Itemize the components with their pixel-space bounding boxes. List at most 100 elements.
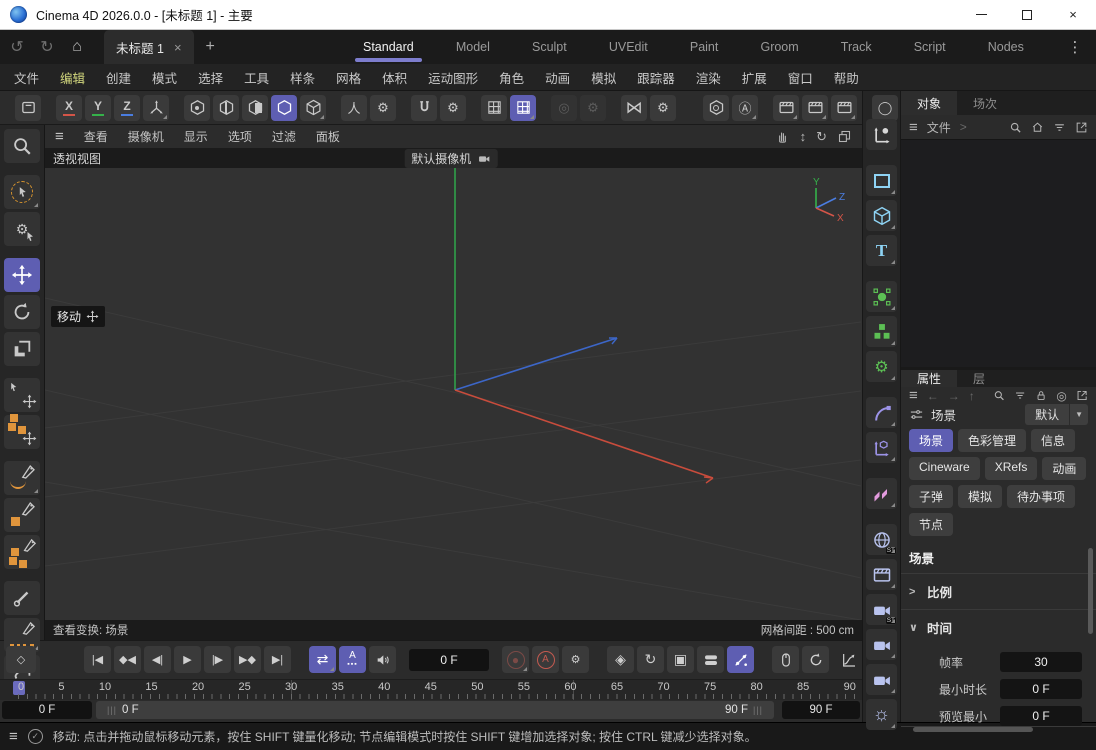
range-slider[interactable]: ||| 0 F 90 F ||| <box>96 701 774 719</box>
crane-camera-button[interactable] <box>866 664 897 695</box>
viewport-menu-camera[interactable]: 摄像机 <box>128 128 164 145</box>
stage-object-button[interactable] <box>866 559 897 590</box>
menu-item-character[interactable]: 角色 <box>499 68 524 87</box>
filter-icon[interactable] <box>1053 121 1066 134</box>
axis-z-lock-button[interactable]: Z <box>114 95 140 121</box>
coordinate-system-button[interactable] <box>143 95 169 121</box>
motion-camera-button[interactable] <box>866 629 897 660</box>
rotate-tool-button[interactable] <box>4 295 40 329</box>
collapse-icon[interactable]: > <box>909 586 919 598</box>
sky-object-button[interactable]: ST <box>866 524 897 555</box>
category-tab-xrefs[interactable]: XRefs <box>985 457 1038 480</box>
category-tab-bullet[interactable]: 子弹 <box>909 485 953 508</box>
filter-icon[interactable] <box>1014 389 1026 402</box>
object-manager-path[interactable]: 文件 <box>927 119 951 136</box>
viewport-menu-display[interactable]: 显示 <box>184 128 208 145</box>
workplane-button[interactable] <box>15 95 41 121</box>
menu-item-simulate[interactable]: 模拟 <box>591 68 616 87</box>
tweak-tool-button[interactable]: ⚙ <box>4 212 40 246</box>
move-tool-button[interactable] <box>4 258 40 292</box>
horizontal-scrollbar[interactable] <box>913 727 1033 732</box>
sound-button[interactable] <box>369 646 396 673</box>
tab-takes[interactable]: 场次 <box>957 91 1013 115</box>
layout-menu-kebab-icon[interactable]: ⋮ <box>1062 38 1088 56</box>
range-start-field[interactable]: 0 F <box>2 701 92 719</box>
key-scale-button[interactable]: ▣ <box>667 646 694 673</box>
menu-item-window[interactable]: 窗口 <box>788 68 813 87</box>
category-tab-todo[interactable]: 待办事项 <box>1007 485 1075 508</box>
viewport-camera-chip[interactable]: 默认摄像机 <box>404 149 497 168</box>
quantize-grid-button[interactable] <box>510 95 536 121</box>
category-tab-scene[interactable]: 场景 <box>909 429 953 452</box>
layout-tab-paint[interactable]: Paint <box>686 30 723 64</box>
preset-dropdown[interactable]: 默认 ▼ <box>1025 404 1088 425</box>
timeline-ruler[interactable]: 051015202530354045505560657075808590 <box>0 679 862 701</box>
layout-tab-groom[interactable]: Groom <box>756 30 802 64</box>
menu-item-volume[interactable]: 体积 <box>382 68 407 87</box>
viewport-menu-filter[interactable]: 过滤 <box>272 128 296 145</box>
fcurve-editor-button[interactable] <box>835 646 862 673</box>
viewport-menu-options[interactable]: 选项 <box>228 128 252 145</box>
attribute-menu-icon[interactable]: ≡ <box>909 387 918 404</box>
snap-magnet-button[interactable] <box>411 95 437 121</box>
previous-frame-button[interactable]: ◀| <box>144 646 171 673</box>
layout-tab-sculpt[interactable]: Sculpt <box>528 30 571 64</box>
go-to-start-button[interactable]: |◀ <box>84 646 111 673</box>
range-grip-left[interactable]: ||| <box>107 705 117 715</box>
snap-settings-gear-icon[interactable]: ⚙ <box>440 95 466 121</box>
viewport-menu-view[interactable]: 查看 <box>84 128 108 145</box>
category-tab-nodes[interactable]: 节点 <box>909 513 953 536</box>
menu-item-mograph[interactable]: 运动图形 <box>428 68 478 87</box>
effector-button[interactable]: ⚙ <box>866 351 897 382</box>
radial-settings-gear-icon[interactable]: ⚙ <box>580 95 606 121</box>
mouse-record-button[interactable] <box>772 646 799 673</box>
close-button[interactable]: × <box>1050 0 1096 30</box>
range-grip-right[interactable]: ||| <box>753 705 763 715</box>
layout-tab-standard[interactable]: Standard <box>359 30 418 64</box>
material-button[interactable]: ◯ <box>872 95 898 121</box>
maximize-view-icon[interactable] <box>837 129 852 144</box>
home-icon[interactable]: ⌂ <box>64 34 90 60</box>
loop-playback-button[interactable]: ⇄ <box>309 646 336 673</box>
light-object-button[interactable]: ☼ <box>866 699 897 730</box>
vertical-scrollbar[interactable] <box>1088 548 1093 634</box>
history-forward-icon[interactable]: → <box>948 389 960 403</box>
autokey-pla-button[interactable]: A▪▪▪ <box>339 646 366 673</box>
up-icon[interactable]: ↑ <box>969 389 975 403</box>
polygons-mode-button[interactable] <box>242 95 268 121</box>
layout-tab-track[interactable]: Track <box>837 30 876 64</box>
transfer-tool-button[interactable] <box>4 378 40 412</box>
menu-item-extensions[interactable]: 扩展 <box>742 68 767 87</box>
record-button[interactable]: ● <box>502 646 529 673</box>
key-pla-button[interactable] <box>727 646 754 673</box>
autokey-record-button[interactable]: A <box>532 646 559 673</box>
category-tab-color[interactable]: 色彩管理 <box>958 429 1026 452</box>
viewport-menu-icon[interactable]: ≡ <box>55 128 64 145</box>
go-to-end-button[interactable]: ▶| <box>264 646 291 673</box>
scale-tool-button[interactable] <box>4 332 40 366</box>
category-tab-simulation[interactable]: 模拟 <box>958 485 1002 508</box>
render-view-button[interactable] <box>773 95 799 121</box>
spline-primitive-button[interactable] <box>866 165 897 196</box>
new-tab-button[interactable]: + <box>206 38 215 56</box>
search-icon[interactable] <box>993 389 1005 402</box>
minimize-button[interactable] <box>958 0 1004 30</box>
menu-item-create[interactable]: 创建 <box>106 68 131 87</box>
render-settings-button[interactable] <box>831 95 857 121</box>
cube-primitive-button[interactable] <box>866 200 897 231</box>
axis-x-lock-button[interactable]: X <box>56 95 82 121</box>
undo-icon[interactable]: ↺ <box>4 34 30 60</box>
next-key-button[interactable]: ▶◆ <box>234 646 261 673</box>
model-mode-button[interactable] <box>300 95 326 121</box>
next-frame-button[interactable]: |▶ <box>204 646 231 673</box>
viewport-menu-panel[interactable]: 面板 <box>316 128 340 145</box>
key-parameters-button[interactable] <box>697 646 724 673</box>
redo-icon[interactable]: ↻ <box>34 34 60 60</box>
key-position-button[interactable]: ◈ <box>607 646 634 673</box>
dolly-icon[interactable]: ↕ <box>800 129 807 145</box>
target-icon[interactable]: ◎ <box>1056 389 1066 403</box>
path-chevron-icon[interactable]: > <box>960 120 967 134</box>
menu-item-edit[interactable]: 编辑 <box>60 68 85 87</box>
close-tab-icon[interactable]: × <box>174 40 182 55</box>
symmetry-button[interactable]: ⋈ <box>621 95 647 121</box>
